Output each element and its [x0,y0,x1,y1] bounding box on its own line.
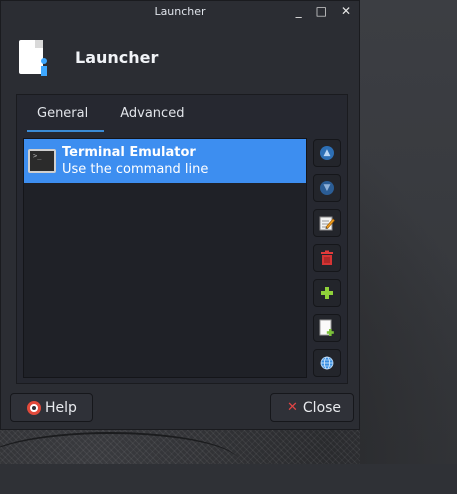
desktop-wallpaper-curve [0,432,240,494]
arrow-up-icon: ▲ [320,146,334,160]
header-title: Launcher [75,47,159,67]
help-button[interactable]: Help [10,393,93,422]
edit-item-button[interactable] [313,209,341,237]
add-from-web-button[interactable] [313,349,341,377]
list-item[interactable]: Terminal Emulator Use the command line [24,139,306,183]
tab-advanced[interactable]: Advanced [104,95,200,131]
arrow-down-icon: ▼ [320,181,334,195]
launcher-items-list[interactable]: Terminal Emulator Use the command line [23,138,307,378]
dialog-header: Launcher [1,21,359,93]
close-window-button[interactable]: ✕ [341,4,351,18]
help-label: Help [45,399,77,416]
close-button[interactable]: ✕ Close [270,393,354,422]
trash-icon [321,250,333,265]
item-actions-toolbar: ▲ ▼ [313,139,341,377]
close-label: Close [302,399,342,416]
move-up-button[interactable]: ▲ [313,139,341,167]
move-down-button[interactable]: ▼ [313,174,341,202]
document-info-icon [19,40,49,76]
delete-item-button[interactable] [313,244,341,272]
window-title: Launcher [154,4,206,18]
minimize-button[interactable]: _ [296,4,302,18]
titlebar[interactable]: Launcher _ □ ✕ [1,1,359,21]
lifebuoy-icon [27,400,41,415]
tab-panel: General Advanced Terminal Emulator Use t… [16,94,348,384]
maximize-button[interactable]: □ [316,4,327,18]
terminal-icon [28,149,56,173]
close-icon: ✕ [287,400,298,415]
window-controls: _ □ ✕ [296,4,351,18]
new-document-icon [319,319,334,336]
launcher-dialog: Launcher _ □ ✕ Launcher General Advanced… [0,0,360,430]
item-name: Terminal Emulator [62,145,196,160]
add-item-button[interactable] [313,279,341,307]
edit-icon [319,216,335,231]
list-item-text: Terminal Emulator Use the command line [62,144,208,178]
globe-icon [320,356,334,370]
tab-bar: General Advanced [17,95,347,132]
tab-general[interactable]: General [21,95,105,132]
item-description: Use the command line [62,162,209,177]
plus-icon [321,287,333,299]
add-new-item-button[interactable] [313,314,341,342]
